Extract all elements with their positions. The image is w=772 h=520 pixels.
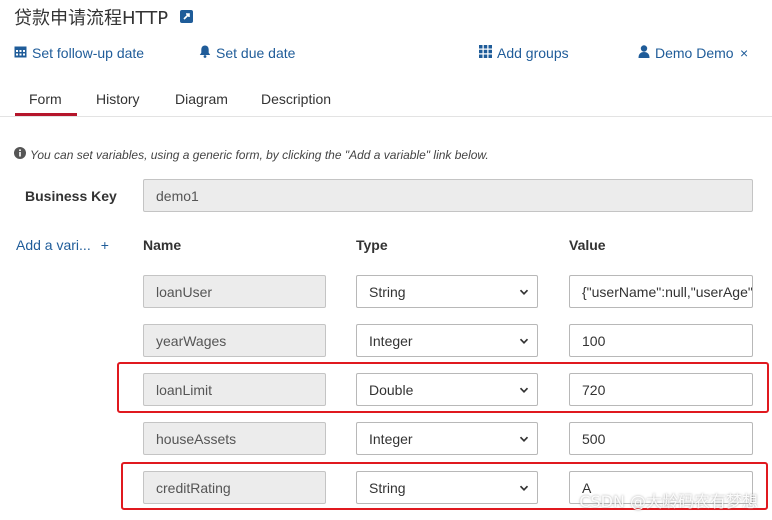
- user-icon: [638, 45, 650, 61]
- tab-bar: Form History Diagram Description: [0, 88, 772, 117]
- process-title: 贷款申请流程HTTP: [14, 8, 169, 29]
- add-groups-label: Add groups: [497, 45, 569, 61]
- variable-name-input[interactable]: houseAssets: [143, 422, 326, 455]
- assignee-button[interactable]: Demo Demo: [638, 45, 734, 61]
- variable-type-select[interactable]: Integer: [356, 422, 538, 455]
- watermark: CSDN @大龄码农有梦想: [579, 492, 758, 511]
- chevron-down-icon: [519, 431, 529, 447]
- external-link-icon[interactable]: [179, 7, 193, 28]
- assignee-label: Demo Demo: [655, 45, 734, 61]
- variable-name-input[interactable]: yearWages: [143, 324, 326, 357]
- info-icon: [14, 147, 26, 162]
- form-hint: You can set variables, using a generic f…: [14, 147, 489, 162]
- remove-assignee-icon[interactable]: ×: [740, 45, 748, 61]
- variable-type-value: Integer: [369, 430, 413, 447]
- add-groups-button[interactable]: Add groups: [479, 45, 569, 61]
- chevron-down-icon: [519, 284, 529, 300]
- business-key-label: Business Key: [25, 188, 117, 204]
- variable-type-value: String: [369, 283, 406, 300]
- variable-value-input[interactable]: 100: [569, 324, 753, 357]
- highlight-box: [117, 362, 769, 413]
- due-date-label: Set due date: [216, 45, 296, 61]
- variable-type-select[interactable]: String: [356, 275, 538, 308]
- page-title: 贷款申请流程HTTP: [14, 4, 193, 30]
- hint-text: You can set variables, using a generic f…: [30, 147, 489, 162]
- tab-description[interactable]: Description: [261, 91, 331, 107]
- column-header-type: Type: [356, 237, 388, 253]
- variable-name-input[interactable]: loanUser: [143, 275, 326, 308]
- variable-type-select[interactable]: Integer: [356, 324, 538, 357]
- column-header-value: Value: [569, 237, 606, 253]
- add-variable-link[interactable]: Add a vari... +: [16, 237, 109, 253]
- tab-history[interactable]: History: [96, 91, 140, 107]
- tab-diagram[interactable]: Diagram: [175, 91, 228, 107]
- column-header-name: Name: [143, 237, 182, 253]
- variable-value-input[interactable]: {"userName":null,"userAge": [569, 275, 753, 308]
- chevron-down-icon: [519, 333, 529, 349]
- follow-up-label: Set follow-up date: [32, 45, 145, 61]
- grid-icon: [479, 45, 492, 61]
- calendar-icon: [14, 45, 27, 61]
- bell-icon: [199, 45, 211, 61]
- variable-value-input[interactable]: 500: [569, 422, 753, 455]
- plus-icon: +: [100, 237, 109, 253]
- variable-type-value: Integer: [369, 332, 413, 349]
- tab-form[interactable]: Form: [29, 91, 62, 107]
- add-variable-label: Add a vari...: [16, 237, 91, 253]
- set-due-date-button[interactable]: Set due date: [199, 45, 295, 61]
- active-tab-indicator: [15, 113, 77, 116]
- business-key-input[interactable]: demo1: [143, 179, 753, 212]
- set-follow-up-date-button[interactable]: Set follow-up date: [14, 45, 144, 61]
